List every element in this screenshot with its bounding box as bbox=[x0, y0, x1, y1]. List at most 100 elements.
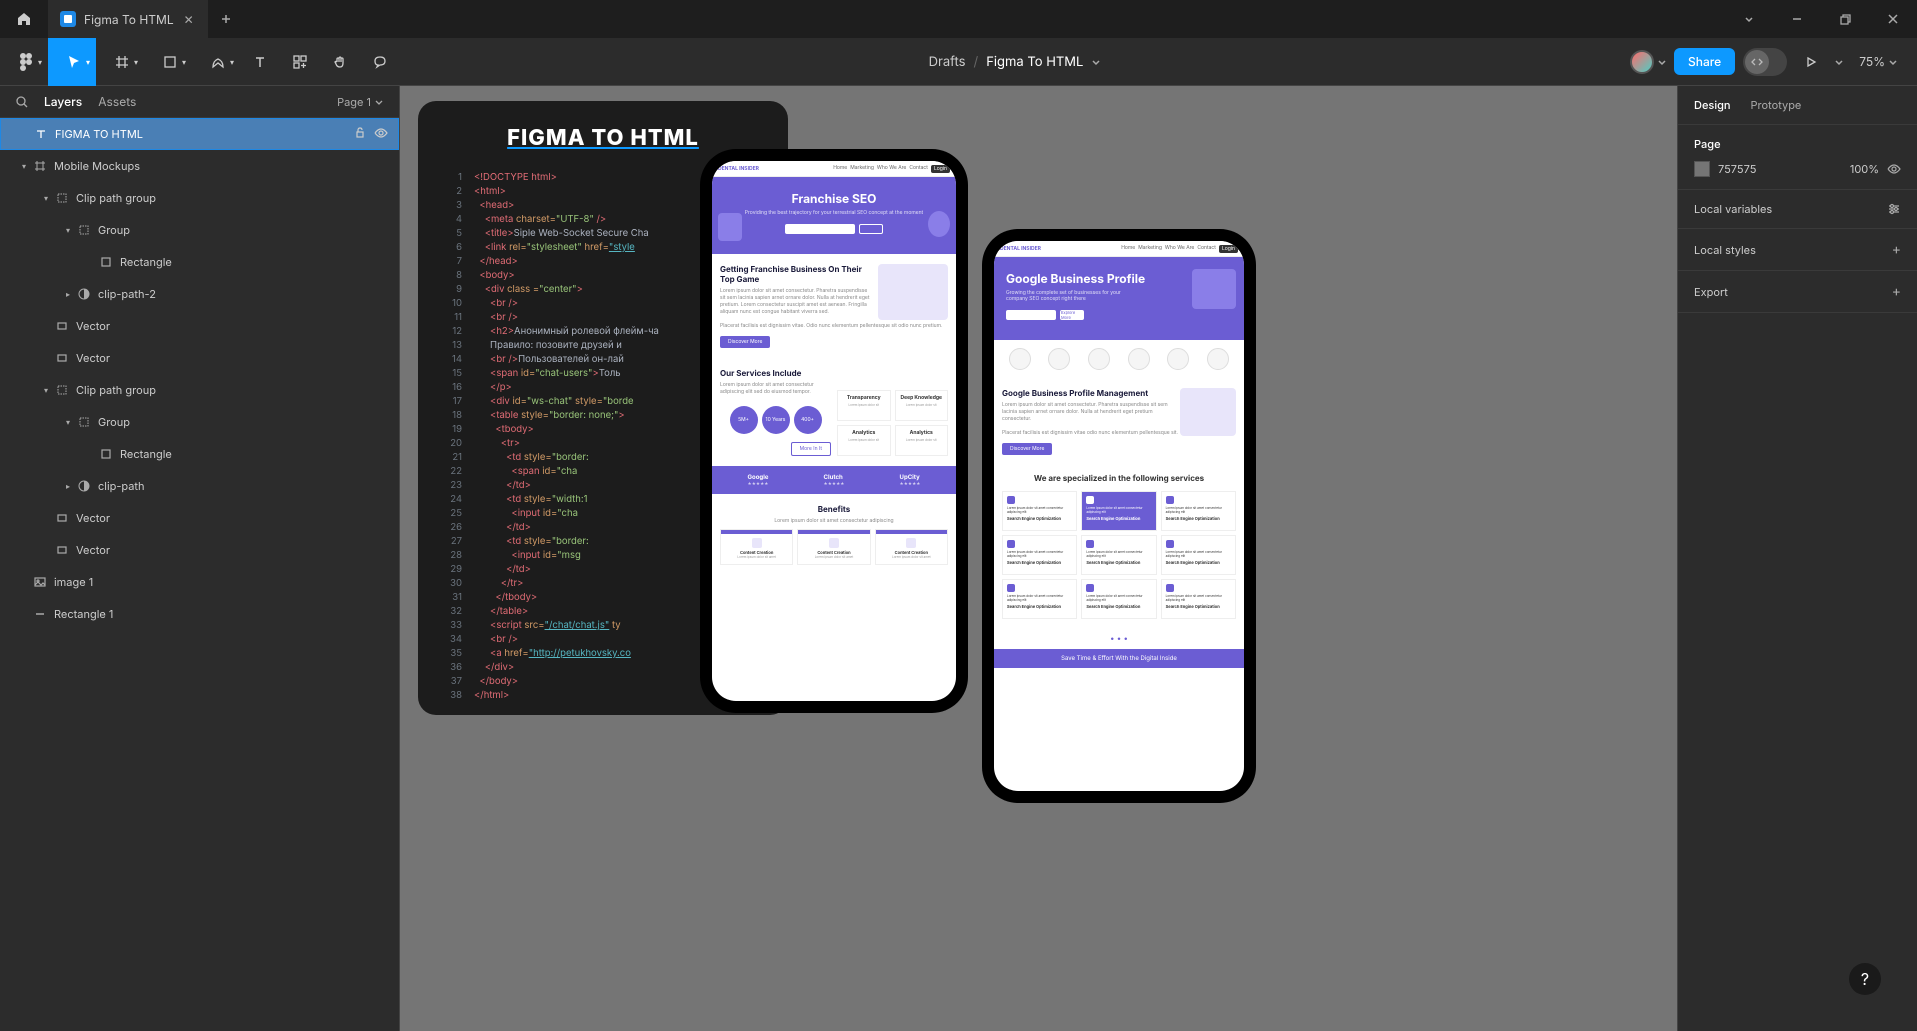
chevron-down-icon: ▾ bbox=[182, 57, 186, 67]
window-maximize-button[interactable] bbox=[1821, 0, 1869, 38]
layer-type-icon bbox=[32, 574, 48, 590]
present-button[interactable] bbox=[1795, 48, 1827, 76]
chevron-down-icon[interactable]: ▾ bbox=[38, 385, 54, 395]
visibility-toggle[interactable] bbox=[1887, 162, 1901, 176]
search-icon[interactable] bbox=[16, 96, 28, 108]
chevron-down-icon[interactable]: ▾ bbox=[60, 225, 76, 235]
breadcrumb: Drafts / Figma To HTML bbox=[400, 54, 1630, 70]
breadcrumb-separator: / bbox=[974, 54, 979, 70]
layer-type-icon bbox=[76, 222, 92, 238]
window-minimize-button[interactable] bbox=[1773, 0, 1821, 38]
layer-row[interactable]: ▾ Clip path group bbox=[0, 182, 399, 214]
add-export-button[interactable]: + bbox=[1892, 283, 1901, 300]
mock-header: DENTAL INSIDER HomeMarketingWho We AreCo… bbox=[712, 161, 956, 177]
shape-tool-button[interactable]: ▾ bbox=[144, 38, 192, 86]
layer-row[interactable]: Vector bbox=[0, 310, 399, 342]
page-color-swatch[interactable] bbox=[1694, 161, 1710, 177]
layer-name: FIGMA TO HTML bbox=[55, 127, 354, 141]
page-section: Page 757575 100% bbox=[1678, 125, 1917, 190]
layer-row[interactable]: ▾Mobile Mockups bbox=[0, 150, 399, 182]
layer-row[interactable]: ▾Clip path group bbox=[0, 374, 399, 406]
eye-icon[interactable] bbox=[374, 126, 390, 142]
user-menu[interactable] bbox=[1630, 50, 1666, 74]
resources-icon bbox=[293, 55, 307, 69]
plus-icon bbox=[220, 13, 232, 25]
unlock-icon[interactable] bbox=[354, 126, 370, 142]
home-button[interactable] bbox=[0, 0, 48, 38]
help-icon: ? bbox=[1861, 969, 1869, 989]
zoom-menu[interactable]: 75% bbox=[1851, 50, 1905, 73]
layer-name: Group bbox=[98, 223, 391, 237]
layer-row[interactable]: Vector bbox=[0, 342, 399, 374]
layer-row[interactable]: ▸clip-path bbox=[0, 470, 399, 502]
chevron-right-icon[interactable]: ▸ bbox=[60, 481, 76, 491]
layer-row[interactable]: Vector bbox=[0, 534, 399, 566]
layer-type-icon bbox=[33, 126, 49, 142]
page-selector[interactable]: Page 1 bbox=[337, 95, 383, 109]
variables-settings-button[interactable] bbox=[1887, 202, 1901, 216]
left-panel-header: Layers Assets Page 1 bbox=[0, 86, 399, 118]
devmode-toggle[interactable] bbox=[1743, 48, 1787, 76]
layer-row[interactable]: ▾ Group bbox=[0, 214, 399, 246]
add-style-button[interactable]: + bbox=[1892, 241, 1901, 258]
breadcrumb-current[interactable]: Figma To HTML bbox=[986, 54, 1083, 70]
chevron-down-icon[interactable] bbox=[1835, 58, 1843, 66]
toolbar: ▾ ▾ ▾ ▾ ▾ Drafts / bbox=[0, 38, 1917, 86]
window-close-button[interactable] bbox=[1869, 0, 1917, 38]
layer-name: Rectangle bbox=[120, 255, 391, 269]
tab-close-button[interactable]: ✕ bbox=[182, 12, 196, 26]
chevron-down-icon: ▾ bbox=[38, 57, 42, 67]
layer-row[interactable]: Rectangle 1 bbox=[0, 598, 399, 630]
new-tab-button[interactable] bbox=[208, 0, 244, 38]
move-tool-button[interactable]: ▾ bbox=[48, 38, 96, 86]
help-button[interactable]: ? bbox=[1849, 963, 1881, 995]
hand-tool-button[interactable] bbox=[320, 38, 360, 86]
layers-list: FIGMA TO HTML▾Mobile Mockups▾Clip path g… bbox=[0, 118, 399, 1031]
design-tab[interactable]: Design bbox=[1694, 98, 1731, 112]
chevron-down-icon[interactable] bbox=[1091, 57, 1101, 67]
layer-row[interactable]: FIGMA TO HTML bbox=[0, 118, 399, 150]
pen-icon bbox=[211, 55, 225, 69]
chevron-down-icon[interactable]: ▾ bbox=[16, 161, 32, 171]
layer-name: image 1 bbox=[54, 575, 391, 589]
local-styles-section: Local styles + bbox=[1678, 229, 1917, 271]
mock-hero: Google Business Profile Growing the comp… bbox=[994, 257, 1244, 340]
layer-row[interactable]: ▾Group bbox=[0, 406, 399, 438]
layer-row[interactable]: Rectangle bbox=[0, 438, 399, 470]
pen-tool-button[interactable]: ▾ bbox=[192, 38, 240, 86]
layer-name: Clip path group bbox=[76, 191, 391, 205]
layer-type-icon bbox=[54, 190, 70, 206]
assets-tab[interactable]: Assets bbox=[98, 94, 136, 109]
canvas[interactable]: FIGMA TO HTML 1<!DOCTYPE html>2<html>3 <… bbox=[400, 86, 1677, 1031]
layer-type-icon bbox=[54, 542, 70, 558]
page-color-value[interactable]: 757575 bbox=[1718, 162, 1842, 176]
text-icon bbox=[253, 55, 267, 69]
chevron-right-icon[interactable]: ▸ bbox=[60, 289, 76, 299]
layer-row[interactable]: image 1 bbox=[0, 566, 399, 598]
chevron-down-icon[interactable]: ▾ bbox=[38, 193, 54, 203]
frame-tool-button[interactable]: ▾ bbox=[96, 38, 144, 86]
close-icon bbox=[1887, 13, 1899, 25]
mock-hero: Franchise SEO Providing the best traject… bbox=[712, 177, 956, 254]
layer-row[interactable]: Rectangle bbox=[0, 246, 399, 278]
layers-tab[interactable]: Layers bbox=[44, 94, 82, 109]
page-opacity[interactable]: 100% bbox=[1850, 162, 1879, 176]
mock-header: DENTAL INSIDER HomeMarketingWho We AreCo… bbox=[994, 241, 1244, 257]
layer-type-icon bbox=[76, 414, 92, 430]
resources-button[interactable] bbox=[280, 38, 320, 86]
share-button[interactable]: Share bbox=[1674, 48, 1735, 75]
breadcrumb-root[interactable]: Drafts bbox=[929, 54, 966, 70]
chevron-down-icon bbox=[375, 98, 383, 106]
comment-tool-button[interactable] bbox=[360, 38, 400, 86]
window-chevron-button[interactable] bbox=[1725, 0, 1773, 38]
file-tab[interactable]: Figma To HTML ✕ bbox=[48, 0, 208, 38]
layer-row[interactable]: ▸clip-path-2 bbox=[0, 278, 399, 310]
frame-icon bbox=[115, 55, 129, 69]
layer-row[interactable]: Vector bbox=[0, 502, 399, 534]
main-menu-button[interactable]: ▾ bbox=[0, 38, 48, 86]
left-panel: Layers Assets Page 1 FIGMA TO HTML ▾Mobil… bbox=[0, 86, 400, 1031]
text-tool-button[interactable] bbox=[240, 38, 280, 86]
prototype-tab[interactable]: Prototype bbox=[1751, 98, 1802, 112]
window-controls bbox=[1725, 0, 1917, 38]
chevron-down-icon[interactable]: ▾ bbox=[60, 417, 76, 427]
